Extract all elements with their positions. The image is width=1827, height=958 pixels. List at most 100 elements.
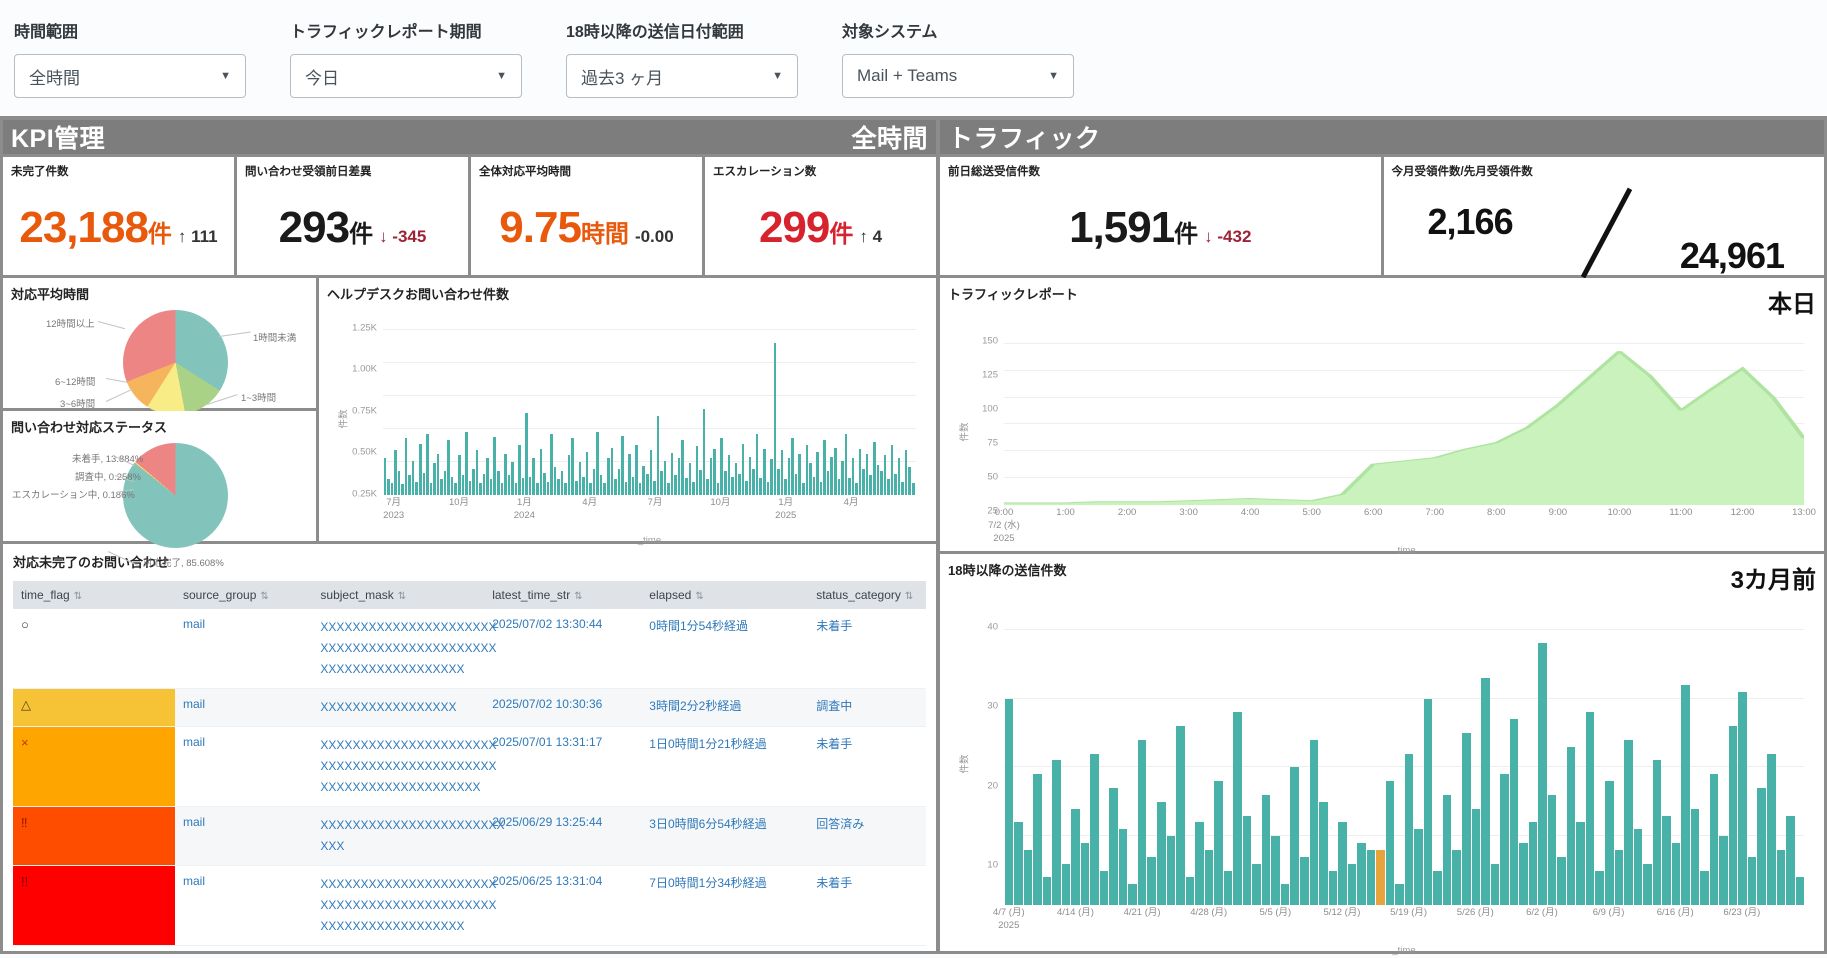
bar xyxy=(763,449,766,495)
source-group-cell[interactable]: mail xyxy=(175,689,312,727)
status-category-cell[interactable]: 回答済み xyxy=(808,807,926,866)
chart-badge-3months: 3カ月前 xyxy=(1731,560,1816,595)
latest-time-cell[interactable]: 2025/07/02 13:30:44 xyxy=(484,609,641,689)
bar xyxy=(1538,643,1547,905)
latest-time-cell[interactable]: 2025/07/02 10:30:36 xyxy=(484,689,641,727)
bar xyxy=(1214,781,1223,905)
x-tick: 6/16 (月) xyxy=(1657,907,1694,920)
dropdown-value: 過去3 ヶ月 xyxy=(581,64,663,89)
chevron-down-icon: ▼ xyxy=(220,70,231,82)
x-tick: 10月 xyxy=(449,497,469,510)
bar xyxy=(798,454,801,495)
elapsed-cell[interactable]: 3時間2分2秒経過 xyxy=(641,689,808,727)
bar xyxy=(1567,747,1576,905)
pie-slice-label: 6~12時間 xyxy=(55,374,95,388)
table-row: ○mailXXXXXXXXXXXXXXXXXXXXXX XXXXXXXXXXXX… xyxy=(13,609,926,689)
bar xyxy=(894,474,897,495)
latest-time-cell[interactable]: 2025/07/01 13:31:17 xyxy=(484,727,641,807)
bar xyxy=(1233,712,1242,905)
bar xyxy=(571,438,574,495)
bar xyxy=(547,482,550,495)
subject-mask-cell[interactable]: XXXXXXXXXXXXXXXXXXXXXX XXXXXXXXXXXXXXXXX… xyxy=(312,609,484,689)
bar xyxy=(905,450,908,495)
subject-mask-cell[interactable]: XXXXXXXXXXXXXXXXXXXXXX XXXXXXXXXXXXXXXXX… xyxy=(312,866,484,946)
helpdesk-chart-panel: ヘルプデスクお問い合わせ件数 0.25K0.50K0.75K1.00K1.25K… xyxy=(319,278,936,541)
bar xyxy=(646,474,649,495)
status-category-cell[interactable]: 未着手 xyxy=(808,609,926,689)
bar xyxy=(1653,760,1662,905)
bar xyxy=(493,437,496,495)
column-header-subject_mask[interactable]: subject_mask⇅ xyxy=(312,581,484,609)
bar xyxy=(582,477,585,495)
bar xyxy=(1624,740,1633,905)
traffic-area-chart[interactable]: 255075100125150件数0:007/2 (水)20251:002:00… xyxy=(952,327,1812,545)
bar xyxy=(511,462,514,495)
column-header-latest_time_str[interactable]: latest_time_str⇅ xyxy=(484,581,641,609)
prev-day-total-card: 前日総送受信件数 1,591件↓ -432 xyxy=(940,157,1381,275)
column-header-source_group[interactable]: source_group⇅ xyxy=(175,581,312,609)
bar xyxy=(862,469,865,495)
source-group-cell[interactable]: mail xyxy=(175,807,312,866)
pie-title: 問い合わせ対応ステータス xyxy=(11,417,308,436)
table-row: !!mailXXXXXXXXXXXXXXXXXXXXXX XXXXXXXXXXX… xyxy=(13,866,926,946)
kpi-card-value: 299件↑ 4 xyxy=(705,203,936,253)
x-tick: 6/9 (月) xyxy=(1593,907,1625,920)
bar xyxy=(419,444,422,495)
pie-leader-line xyxy=(98,321,125,329)
bar xyxy=(1271,836,1280,905)
source-group-cell[interactable]: mail xyxy=(175,866,312,946)
column-header-time_flag[interactable]: time_flag⇅ xyxy=(13,581,175,609)
bar xyxy=(1691,809,1700,905)
bar xyxy=(664,461,667,495)
source-group-cell[interactable]: mail xyxy=(175,727,312,807)
previous-month-count: 24,961 xyxy=(1680,235,1784,277)
bar xyxy=(561,471,564,495)
subject-mask-cell[interactable]: XXXXXXXXXXXXXXXXX xyxy=(312,689,484,727)
latest-time-cell[interactable]: 2025/06/29 13:25:44 xyxy=(484,807,641,866)
sort-icon: ⇅ xyxy=(260,591,268,602)
bar xyxy=(522,478,525,495)
elapsed-cell[interactable]: 0時間1分54秒経過 xyxy=(641,609,808,689)
bar xyxy=(451,477,454,495)
bar xyxy=(540,449,543,495)
column-header-status_category[interactable]: status_category⇅ xyxy=(808,581,926,609)
bar xyxy=(1748,857,1757,905)
bar xyxy=(1662,816,1671,905)
elapsed-cell[interactable]: 1日0時間1分21秒経過 xyxy=(641,727,808,807)
helpdesk-bar-chart[interactable]: 0.25K0.50K0.75K1.00K1.25K件数7月202310月1月20… xyxy=(331,311,924,535)
filter-dropdown-0[interactable]: 全時間▼ xyxy=(14,54,246,98)
subject-mask-cell[interactable]: XXXXXXXXXXXXXXXXXXXXXXX XXX xyxy=(312,807,484,866)
bar xyxy=(1405,754,1414,905)
filter-dropdown-2[interactable]: 過去3 ヶ月▼ xyxy=(566,54,798,98)
elapsed-cell[interactable]: 3日0時間6分54秒経過 xyxy=(641,807,808,866)
subject-mask-cell[interactable]: XXXXXXXXXXXXXXXXXXXXXX XXXXXXXXXXXXXXXXX… xyxy=(312,727,484,807)
bar xyxy=(1586,712,1595,905)
filter-label: 時間範囲 xyxy=(14,18,246,42)
status-category-cell[interactable]: 未着手 xyxy=(808,727,926,807)
bar xyxy=(508,475,511,495)
filter-dropdown-3[interactable]: Mail + Teams▼ xyxy=(842,54,1074,98)
bar xyxy=(742,444,745,495)
filter-dropdown-1[interactable]: 今日▼ xyxy=(290,54,522,98)
bar xyxy=(1081,843,1090,905)
x-tick: 10月 xyxy=(710,497,730,510)
x-tick: 7月2023 xyxy=(383,497,404,523)
bar xyxy=(735,463,738,495)
bar xyxy=(525,413,528,495)
kpi-card-value: 293件↓ -345 xyxy=(237,203,468,253)
elapsed-cell[interactable]: 7日0時間1分34秒経過 xyxy=(641,866,808,946)
status-category-cell[interactable]: 未着手 xyxy=(808,866,926,946)
kpi-card-value: 9.75時間-0.00 xyxy=(471,203,702,253)
pie-slice-label: 3~6時間 xyxy=(60,396,95,410)
bar xyxy=(838,479,841,495)
column-header-elapsed[interactable]: elapsed⇅ xyxy=(641,581,808,609)
bar xyxy=(1014,822,1023,905)
evening-bar-chart[interactable]: 10203040件数4/7 (月)20254/14 (月)4/21 (月)4/2… xyxy=(952,603,1812,945)
status-category-cell[interactable]: 調査中 xyxy=(808,689,926,727)
x-tick: 6:00 xyxy=(1364,507,1383,520)
kpi-mid-row: 対応平均時間 1時間未満1~3時間3~6時間6~12時間12時間以上 問い合わせ… xyxy=(3,278,936,541)
source-group-cell[interactable]: mail xyxy=(175,609,312,689)
bar xyxy=(901,482,904,495)
latest-time-cell[interactable]: 2025/06/25 13:31:04 xyxy=(484,866,641,946)
bar xyxy=(1472,809,1481,905)
